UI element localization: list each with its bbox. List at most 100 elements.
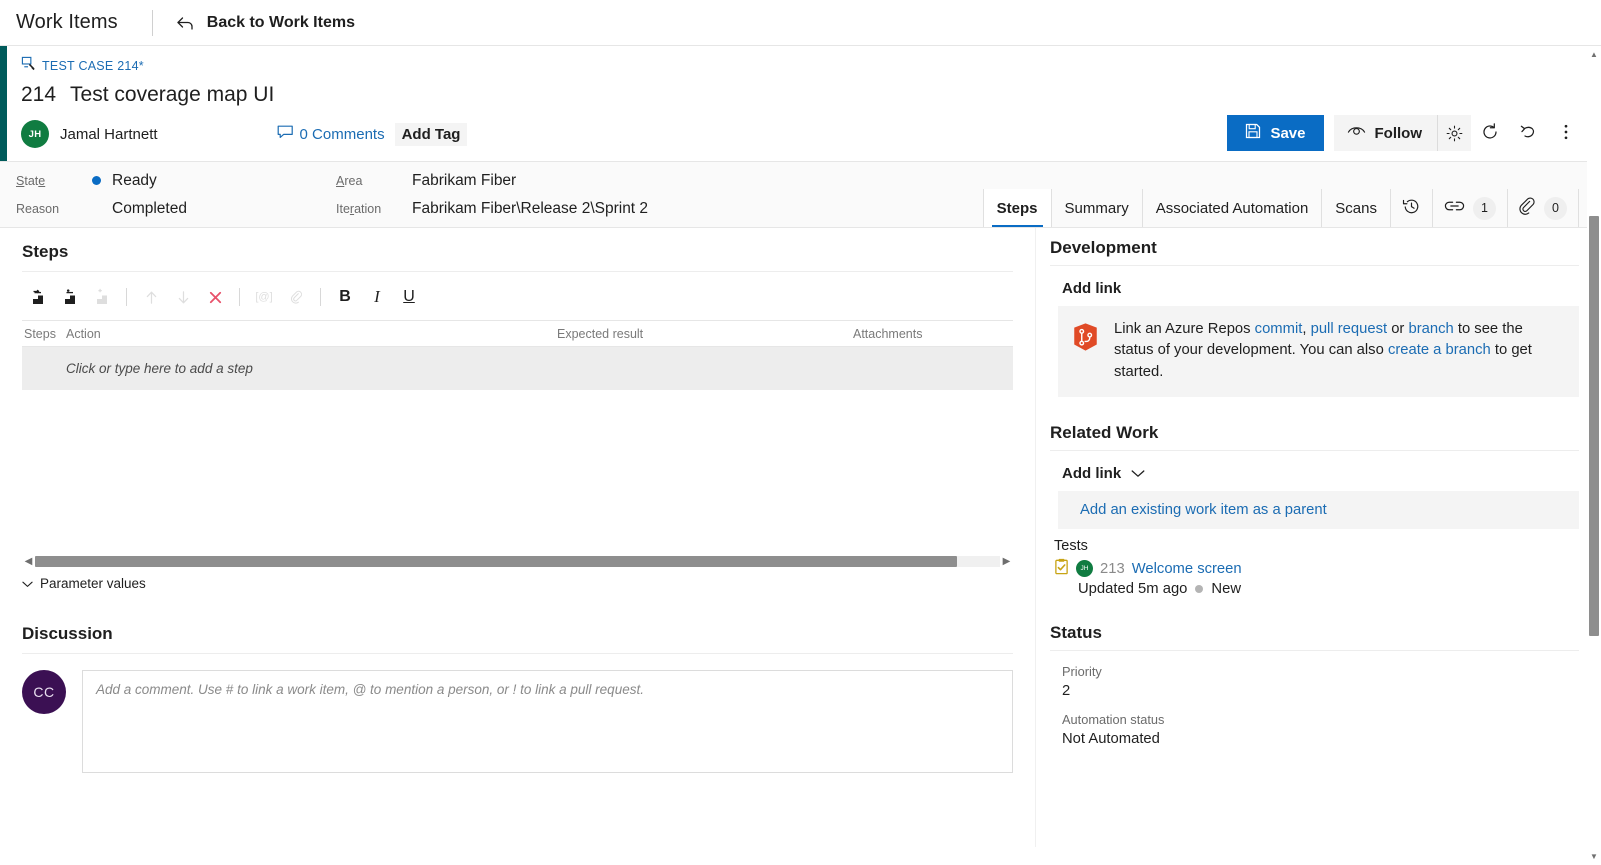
avatar[interactable]: CC: [22, 670, 66, 714]
related-item-id: 213: [1100, 560, 1125, 577]
development-add-link-button[interactable]: Add link: [1062, 280, 1121, 297]
refresh-button[interactable]: [1471, 115, 1509, 151]
work-item-type-label[interactable]: TEST CASE 214*: [42, 59, 144, 73]
add-tag-button[interactable]: Add Tag: [394, 122, 468, 146]
comment-input[interactable]: Add a comment. Use # to link a work item…: [82, 670, 1013, 773]
state-dot-icon: [92, 176, 101, 185]
scroll-up-arrow-icon[interactable]: ▲: [1587, 48, 1601, 61]
move-up-icon: [135, 282, 167, 312]
page-vertical-scrollbar[interactable]: ▲ ▼: [1587, 46, 1601, 865]
tab-steps[interactable]: Steps: [983, 189, 1052, 227]
create-shared-step-icon: [86, 282, 118, 312]
field-reason[interactable]: Reason Completed: [16, 198, 336, 219]
field-iteration-value: Fabrikam Fiber\Release 2\Sprint 2: [412, 199, 649, 217]
related-work-heading: Related Work: [1050, 423, 1159, 443]
field-state[interactable]: State Ready: [16, 170, 336, 191]
attach-file-icon: [280, 282, 312, 312]
tab-attachments-badge: 0: [1544, 196, 1567, 220]
work-item-id: 214: [21, 83, 57, 106]
work-item-body: Steps [@] B I U Steps Action Expected re…: [0, 46, 1601, 865]
follow-button[interactable]: Follow: [1334, 115, 1438, 151]
bold-icon[interactable]: B: [329, 282, 361, 312]
related-item-updated: Updated 5m ago: [1078, 581, 1188, 598]
vertical-scrollbar-track[interactable]: ▲ ▼: [1587, 46, 1601, 865]
chevron-down-icon: [22, 576, 33, 591]
discussion-section: Discussion CC Add a comment. Use # to li…: [22, 624, 1013, 773]
comment-input-placeholder: Add a comment. Use # to link a work item…: [96, 682, 644, 697]
dev-text-part3: or: [1387, 321, 1409, 337]
dev-pull-request-link[interactable]: pull request: [1311, 321, 1388, 337]
gear-icon[interactable]: [1437, 115, 1471, 151]
tab-attachments[interactable]: 0: [1508, 189, 1579, 227]
field-area[interactable]: Area Fabrikam Fiber: [336, 170, 976, 191]
dev-branch-link[interactable]: branch: [1408, 321, 1453, 337]
add-existing-parent-link[interactable]: Add an existing work item as a parent: [1058, 491, 1579, 530]
field-area-value: Fabrikam Fiber: [412, 171, 517, 189]
more-actions-button[interactable]: [1547, 115, 1585, 151]
related-work-add-link-label: Add link: [1062, 465, 1122, 483]
delete-step-icon[interactable]: [199, 282, 231, 312]
work-item-type-row: TEST CASE 214*: [21, 56, 1585, 76]
field-area-label: Area: [336, 173, 363, 188]
status-automation-label: Automation status: [1062, 712, 1165, 728]
insert-step-icon[interactable]: [22, 282, 54, 312]
status-section: Status Priority 2 Automation status Not …: [1044, 623, 1579, 747]
vertical-scrollbar-thumb[interactable]: [1589, 216, 1599, 636]
related-item-primary-row: JH 213 Welcome screen: [1054, 558, 1579, 579]
list-item[interactable]: JH 213 Welcome screen Updated 5m ago New: [1054, 558, 1579, 597]
related-work-group-label: Tests: [1054, 538, 1088, 555]
comment-bubble-icon: [277, 124, 294, 144]
back-to-work-items-link[interactable]: Back to Work Items: [175, 14, 355, 32]
test-case-icon: [21, 56, 36, 76]
tab-history[interactable]: [1391, 189, 1433, 227]
tab-scans[interactable]: Scans: [1322, 189, 1391, 227]
related-item-title[interactable]: Welcome screen: [1132, 561, 1242, 577]
scroll-left-arrow-icon[interactable]: ◀: [22, 556, 35, 567]
parameter-values-toggle[interactable]: Parameter values: [22, 576, 146, 591]
field-state-value: Ready: [112, 171, 157, 189]
dev-commit-link[interactable]: commit: [1255, 321, 1303, 337]
status-heading: Status: [1050, 623, 1102, 643]
italic-icon[interactable]: I: [361, 282, 393, 312]
field-reason-value: Completed: [112, 199, 187, 217]
related-work-section: Related Work Add link Add an existing wo…: [1044, 423, 1579, 597]
status-field-automation[interactable]: Automation status Not Automated: [1062, 712, 1579, 747]
avatar[interactable]: JH: [21, 120, 49, 148]
tab-summary[interactable]: Summary: [1052, 189, 1143, 227]
discussion-divider: [22, 653, 1013, 654]
comments-link[interactable]: 0 Comments: [277, 124, 385, 144]
move-down-icon: [167, 282, 199, 312]
development-divider: [1050, 265, 1579, 266]
parameter-values-label: Parameter values: [40, 576, 146, 591]
steps-add-row[interactable]: Click or type here to add a step: [22, 347, 1013, 390]
steps-hscroll-thumb[interactable]: [35, 555, 957, 567]
revert-button[interactable]: [1509, 115, 1547, 151]
column-header-steps: Steps: [24, 326, 56, 341]
insert-shared-step-icon[interactable]: [54, 282, 86, 312]
underline-icon[interactable]: U: [393, 282, 425, 312]
steps-horizontal-scrollbar[interactable]: ◀ ▶: [22, 553, 1013, 569]
development-heading: Development: [1050, 238, 1157, 257]
development-add-link-label: Add link: [1062, 280, 1122, 297]
scroll-right-arrow-icon[interactable]: ▶: [1000, 556, 1013, 567]
work-item-tab-bar: Steps Summary Associated Automation Scan…: [982, 189, 1579, 227]
tab-associated-automation[interactable]: Associated Automation: [1143, 189, 1323, 227]
related-work-add-link-button[interactable]: Add link: [1062, 465, 1145, 482]
work-item-title[interactable]: Test coverage map UI: [70, 83, 274, 107]
save-disk-icon: [1245, 123, 1261, 143]
column-header-attachments: Attachments: [853, 326, 923, 341]
save-button[interactable]: Save: [1227, 115, 1324, 151]
avatar[interactable]: JH: [1076, 560, 1093, 578]
assigned-to-name[interactable]: Jamal Hartnett: [60, 126, 158, 143]
dev-create-branch-link[interactable]: create a branch: [1388, 342, 1491, 358]
field-iteration[interactable]: Iteration Fabrikam Fiber\Release 2\Sprin…: [336, 198, 976, 219]
steps-hscroll-track[interactable]: [35, 555, 1000, 567]
scroll-down-arrow-icon[interactable]: ▼: [1587, 850, 1601, 863]
eye-icon: [1347, 124, 1366, 142]
steps-heading-divider: [22, 271, 1013, 272]
status-field-priority[interactable]: Priority 2: [1062, 664, 1579, 699]
details-pane: Development Add link Link an Azure Repos…: [1035, 228, 1601, 847]
steps-toolbar-divider-3: [320, 288, 321, 306]
work-item-fields-strip: State Ready Reason Completed Area Fabrik…: [0, 162, 1601, 228]
tab-links[interactable]: 1: [1433, 189, 1508, 227]
